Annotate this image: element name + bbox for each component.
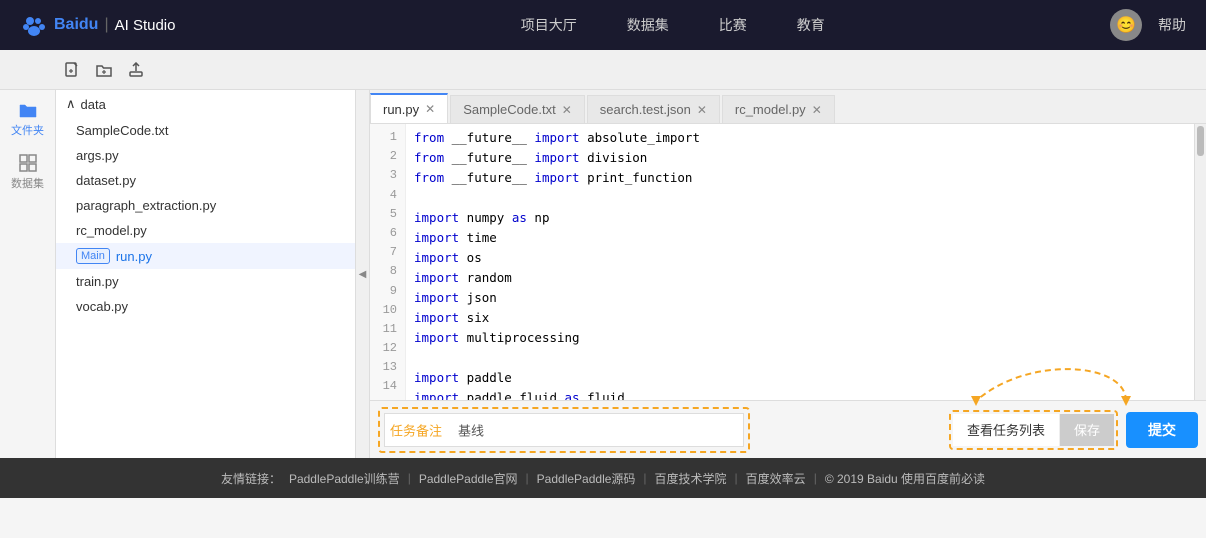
footer-sep: | [735,471,738,485]
right-buttons: 查看任务列表 保存 [949,410,1118,450]
nav-link-dataset[interactable]: 数据集 [627,15,669,35]
footer-link-2[interactable]: PaddlePaddle官网 [419,470,518,487]
footer: 友情链接： PaddlePaddle训练营 | PaddlePaddle官网 |… [0,458,1206,498]
baidu-logo-icon [20,11,48,39]
footer-link-4[interactable]: 百度技术学院 [655,470,727,487]
line-numbers: 1 2 3 4 5 6 7 8 9 10 11 12 13 14 15 16 1… [370,124,406,400]
submit-button[interactable]: 提交 [1126,412,1198,448]
task-note-area: 任务备注 基线 [378,407,750,453]
code-content[interactable]: from __future__ import absolute_import f… [406,124,1194,400]
toolbar [0,50,1206,90]
logo-baidu: Baidu [54,16,98,34]
run-py-label: run.py [116,249,152,264]
tab-label: SampleCode.txt [463,102,556,117]
nav-link-project[interactable]: 项目大厅 [521,15,577,35]
main-layout: 文件夹 数据集 ∧ data SampleCode.txt args.py da… [0,90,1206,458]
nav-link-education[interactable]: 教育 [797,15,825,35]
run-py-item[interactable]: Main run.py [56,243,355,269]
list-item[interactable]: rc_model.py [56,218,355,243]
nav-right: 😊 帮助 [1110,9,1186,41]
sidebar-dataset-label: 数据集 [11,175,44,191]
close-icon[interactable]: ✕ [812,103,822,117]
view-tasks-button[interactable]: 查看任务列表 [953,414,1060,446]
tab-label: search.test.json [600,102,691,117]
top-nav: Baidu | AI Studio 项目大厅 数据集 比赛 教育 😊 帮助 [0,0,1206,50]
footer-link-3[interactable]: PaddlePaddle源码 [537,470,636,487]
logo-studio: AI Studio [115,17,176,34]
folder-name: data [81,97,106,112]
sidebar-item-dataset[interactable]: 数据集 [11,153,44,191]
file-tree: ∧ data SampleCode.txt args.py dataset.py… [56,90,356,458]
footer-prefix: 友情链接： [221,470,281,487]
collapse-panel-arrow[interactable]: ◀ [356,90,370,458]
folder-header[interactable]: ∧ data [56,90,355,118]
tab-label: run.py [383,102,419,117]
save-button[interactable]: 保存 [1060,414,1114,446]
list-item[interactable]: dataset.py [56,168,355,193]
folder-icon [18,100,38,120]
tab-run-py[interactable]: run.py ✕ [370,93,448,123]
new-file-icon[interactable] [60,58,84,82]
close-icon[interactable]: ✕ [425,102,435,116]
sidebar-item-files[interactable]: 文件夹 [11,100,44,138]
code-editor[interactable]: 1 2 3 4 5 6 7 8 9 10 11 12 13 14 15 16 1… [370,124,1206,400]
footer-sep: | [408,471,411,485]
new-folder-icon[interactable] [92,58,116,82]
main-tag: Main [76,248,110,264]
footer-sep: | [643,471,646,485]
toolbar-left [10,58,308,82]
close-icon[interactable]: ✕ [562,103,572,117]
close-icon[interactable]: ✕ [697,103,707,117]
list-item[interactable]: vocab.py [56,294,355,319]
nav-link-competition[interactable]: 比赛 [719,15,747,35]
avatar[interactable]: 😊 [1110,9,1142,41]
list-item[interactable]: train.py [56,269,355,294]
list-item[interactable]: args.py [56,143,355,168]
nav-logo: Baidu | AI Studio [20,11,175,39]
tab-rc-model[interactable]: rc_model.py ✕ [722,95,835,123]
tabs-bar: run.py ✕ SampleCode.txt ✕ search.test.js… [370,90,1206,124]
task-note-input[interactable] [384,413,744,447]
upload-icon[interactable] [124,58,148,82]
editor-bottom-bar: 任务备注 基线 查看任务列表 保存 提交 [370,400,1206,458]
nav-help[interactable]: 帮助 [1158,15,1186,35]
footer-sep: | [814,471,817,485]
tab-search-json[interactable]: search.test.json ✕ [587,95,720,123]
grid-icon [18,153,38,173]
nav-links: 项目大厅 数据集 比赛 教育 [235,15,1110,35]
sidebar: 文件夹 数据集 [0,90,56,458]
footer-link-1[interactable]: PaddlePaddle训练营 [289,470,400,487]
editor-area: run.py ✕ SampleCode.txt ✕ search.test.js… [370,90,1206,458]
footer-sep: | [526,471,529,485]
footer-link-5[interactable]: 百度效率云 [746,470,806,487]
list-item[interactable]: paragraph_extraction.py [56,193,355,218]
tab-label: rc_model.py [735,102,806,117]
scrollbar-y[interactable] [1194,124,1206,400]
logo-divider: | [104,16,108,34]
chevron-down-icon: ∧ [66,96,76,112]
list-item[interactable]: SampleCode.txt [56,118,355,143]
tab-samplecode[interactable]: SampleCode.txt ✕ [450,95,585,123]
footer-copyright: © 2019 Baidu 使用百度前必读 [825,470,985,487]
sidebar-files-label: 文件夹 [11,122,44,138]
